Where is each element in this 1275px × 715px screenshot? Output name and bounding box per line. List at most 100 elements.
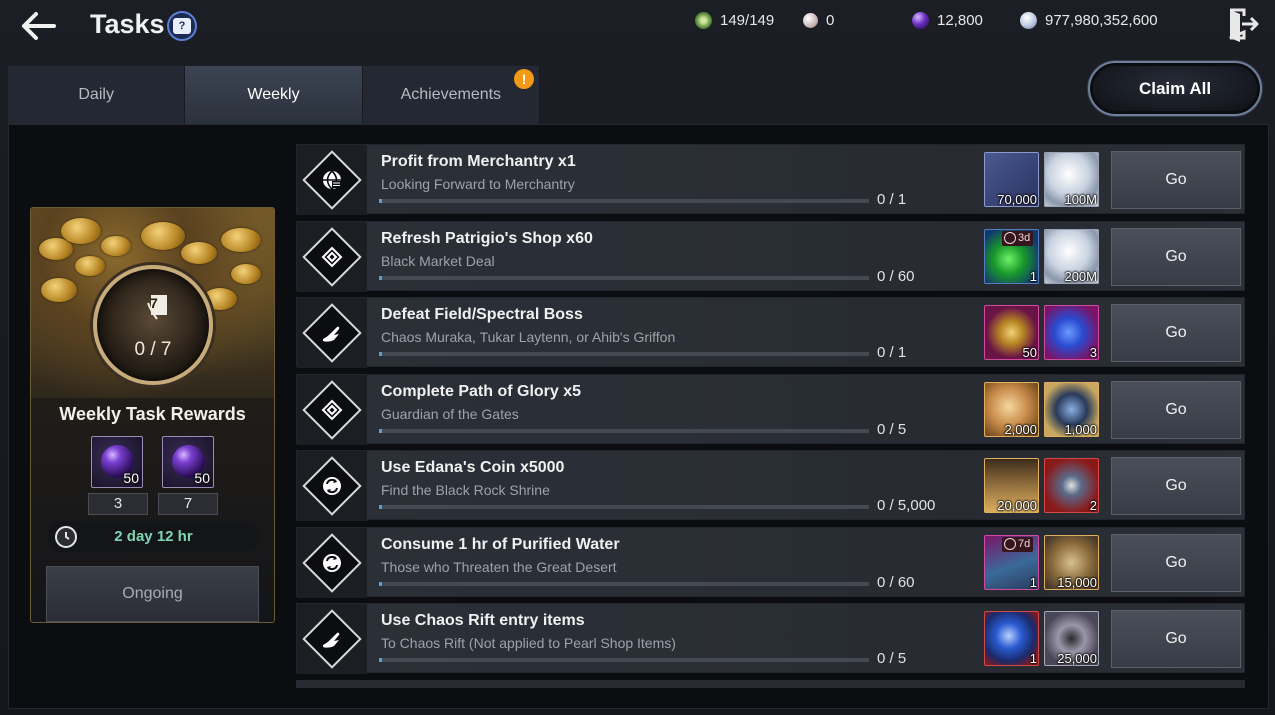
duration-tag: 7d <box>1002 536 1034 552</box>
progress-fill <box>379 275 382 280</box>
sand-pile-icon[interactable]: 20,000 <box>984 458 1039 513</box>
notification-badge: ! <box>513 69 534 89</box>
go-button[interactable]: Go <box>1111 227 1241 286</box>
tab-daily[interactable]: Daily <box>8 66 186 124</box>
progress-fill <box>379 505 382 509</box>
task-subtitle: Those who Threaten the Great Desert <box>381 558 617 575</box>
golden-flower-icon[interactable]: 50 <box>984 305 1039 360</box>
tab-achievements[interactable]: Achievements! <box>362 66 540 124</box>
green-potion-icon[interactable]: 3d 1 <box>984 228 1039 284</box>
task-subtitle: Black Market Deal <box>381 252 495 269</box>
reward-slot[interactable]: 50 <box>91 436 143 488</box>
item-qty: 50 <box>1022 345 1037 360</box>
scroll-tome-icon[interactable]: 2 <box>1044 458 1099 513</box>
item-qty: 25,000 <box>1057 651 1097 666</box>
reward-requirement: 3 <box>88 493 148 515</box>
task-subtitle: Chaos Muraka, Tukar Laytenn, or Ahib's G… <box>381 329 676 345</box>
currency-value: 977,980,352,600 <box>1045 12 1158 29</box>
task-row: Profit from Merchantry x1 Looking Forward… <box>296 144 1245 215</box>
help-book-icon[interactable]: ? <box>167 11 197 41</box>
item-qty: 200M <box>1064 268 1097 284</box>
task-progress: 0 / 5 <box>877 420 907 438</box>
currency-pearl: 0 <box>803 12 834 29</box>
silver-coin-icon[interactable]: 200M <box>1044 228 1099 284</box>
task-row: Defeat Field/Spectral Boss Chaos Muraka, … <box>296 297 1245 368</box>
task-title: Complete Path of Glory x5 <box>381 382 582 400</box>
go-button[interactable]: Go <box>1111 457 1241 515</box>
clock-icon <box>1004 537 1016 550</box>
task-subtitle: Guardian of the Gates <box>381 405 519 422</box>
task-row: Refresh Patrigio's Shop x60 Black Market … <box>296 220 1245 292</box>
go-button[interactable]: Go <box>1111 151 1241 209</box>
task-tabs: Daily Weekly Achievements! <box>8 66 540 124</box>
task-type-badge <box>297 221 367 292</box>
currency-value: 0 <box>826 12 835 29</box>
currency-value: 12,800 <box>937 12 983 29</box>
crystal-bundle-icon[interactable]: 70,000 <box>984 152 1039 207</box>
task-row: Consume 1 hr of Purified Water Those who … <box>296 526 1245 598</box>
task-type-badge <box>297 145 367 215</box>
task-progress: 0 / 1 <box>877 191 907 208</box>
tab-label: Weekly <box>247 86 300 103</box>
reward-progress: 0 / 7 <box>134 339 172 360</box>
rift-hand-icon <box>318 625 346 653</box>
item-qty: 1 <box>1029 651 1037 666</box>
timer-text: 2 day 12 hr <box>114 528 193 545</box>
currency-chaos-orb: 12,800 <box>912 12 983 29</box>
reset-timer: 2 day 12 hr <box>47 521 260 552</box>
blue-orb-icon[interactable]: 1 <box>984 611 1039 666</box>
progress-bar <box>379 199 869 203</box>
item-qty: 70,000 <box>997 192 1037 207</box>
silver-coin-icon[interactable]: 100M <box>1044 152 1099 207</box>
top-bar: Tasks ? 149/149 0 12,800 977,980,352,600 <box>0 0 1275 58</box>
duration-tag: 3d <box>1002 230 1034 246</box>
task-row: Use Chaos Rift entry items To Chaos Rift … <box>296 603 1245 674</box>
item-qty: 100M <box>1064 192 1097 207</box>
coin-cycle-icon <box>318 472 346 500</box>
task-type-badge <box>297 451 367 521</box>
back-arrow-icon[interactable] <box>18 8 58 44</box>
merchant-icon <box>318 166 346 194</box>
gear-ring-icon[interactable]: 25,000 <box>1044 611 1099 666</box>
task-progress: 0 / 5,000 <box>877 497 936 514</box>
task-list: Profit from Merchantry x1 Looking Forward… <box>296 144 1245 688</box>
reward-qty: 50 <box>123 470 139 486</box>
page-title: Tasks <box>90 9 165 39</box>
progress-fill <box>379 199 382 203</box>
progress-medal: 7 0 / 7 <box>93 265 213 385</box>
reward-slot[interactable]: 50 <box>162 436 214 488</box>
progress-bar <box>379 352 869 356</box>
task-progress: 0 / 5 <box>877 650 907 667</box>
go-button[interactable]: Go <box>1111 610 1241 668</box>
progress-bar <box>379 658 869 662</box>
ticket-icon[interactable]: 7d 1 <box>984 534 1039 590</box>
tab-weekly[interactable]: Weekly <box>185 66 363 124</box>
go-button[interactable]: Go <box>1111 533 1241 592</box>
task-title: Consume 1 hr of Purified Water <box>381 535 620 553</box>
blue-crystal-icon[interactable]: 3 <box>1044 305 1099 360</box>
reward-requirement: 7 <box>158 493 218 515</box>
task-row-partial <box>296 680 1245 688</box>
progress-bar <box>379 505 869 509</box>
item-qty: 1 <box>1029 268 1037 284</box>
purple-orb-icon <box>912 12 929 29</box>
gold-medal-icon[interactable]: 2,000 <box>984 381 1039 437</box>
task-title: Use Chaos Rift entry items <box>381 612 585 629</box>
shop-refresh-icon <box>318 243 346 271</box>
exit-door-icon[interactable] <box>1226 6 1260 42</box>
bronze-shield-icon[interactable]: 15,000 <box>1044 534 1099 590</box>
medal-number: 7 <box>150 295 158 311</box>
item-qty: 2 <box>1089 498 1097 513</box>
compass-emblem-icon[interactable]: 1,000 <box>1044 381 1099 437</box>
currency-silver: 977,980,352,600 <box>1020 12 1158 29</box>
task-type-badge <box>297 298 367 368</box>
item-qty: 15,000 <box>1057 574 1097 590</box>
claim-all-button[interactable]: Claim All <box>1088 61 1262 116</box>
ongoing-status-button[interactable]: Ongoing <box>46 566 259 622</box>
go-button[interactable]: Go <box>1111 380 1241 439</box>
progress-fill <box>379 658 382 662</box>
item-qty: 20,000 <box>997 498 1037 513</box>
currency-stamina: 149/149 <box>695 12 774 29</box>
go-button[interactable]: Go <box>1111 304 1241 362</box>
green-clover-icon <box>695 12 712 29</box>
